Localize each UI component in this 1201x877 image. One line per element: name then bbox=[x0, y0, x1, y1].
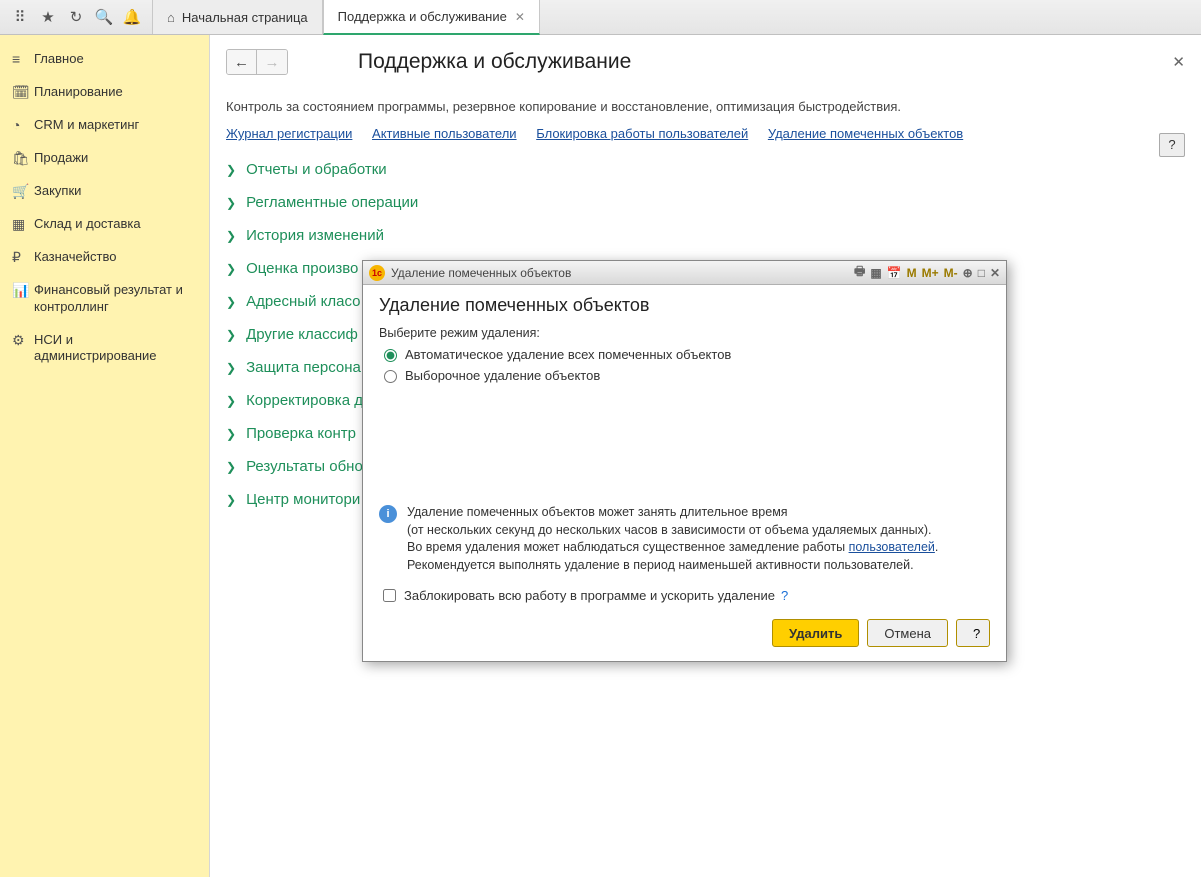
tab-home[interactable]: ⌂ Начальная страница bbox=[152, 0, 323, 34]
bag-icon: 🛍 bbox=[12, 150, 34, 167]
chevron-right-icon: ❯ bbox=[226, 295, 236, 309]
sidebar-item-finance[interactable]: 📊Финансовый результат и контроллинг bbox=[0, 274, 209, 324]
bell-icon[interactable]: 🔔 bbox=[118, 8, 146, 26]
search-icon[interactable]: 🔍 bbox=[90, 8, 118, 26]
chevron-right-icon: ❯ bbox=[226, 361, 236, 375]
chevron-right-icon: ❯ bbox=[226, 394, 236, 408]
chevron-right-icon: ❯ bbox=[226, 460, 236, 474]
users-link[interactable]: пользователей bbox=[849, 540, 935, 554]
home-icon: ⌂ bbox=[167, 10, 175, 25]
section-history[interactable]: ❯История изменений bbox=[226, 219, 1185, 252]
zoom-icon[interactable]: ⊕ bbox=[963, 266, 973, 280]
sidebar-item-main[interactable]: ≡Главное bbox=[0, 43, 209, 76]
info-icon: i bbox=[379, 505, 397, 523]
section-reports[interactable]: ❯Отчеты и обработки bbox=[226, 153, 1185, 186]
nav-buttons: ← → bbox=[226, 49, 288, 75]
chevron-right-icon: ❯ bbox=[226, 262, 236, 276]
table-icon[interactable]: ▦ bbox=[870, 266, 881, 280]
block-checkbox-row[interactable]: Заблокировать всю работу в программе и у… bbox=[379, 586, 990, 605]
calendar-icon: 🗓 bbox=[12, 84, 34, 101]
sidebar-item-treasury[interactable]: ₽Казначейство bbox=[0, 241, 209, 274]
star-icon[interactable]: ★ bbox=[34, 8, 62, 26]
sidebar-item-admin[interactable]: ⚙НСИ и администрирование bbox=[0, 324, 209, 374]
dialog-window-title: Удаление помеченных объектов bbox=[391, 266, 571, 280]
print-icon[interactable]: 🖶 bbox=[854, 262, 865, 283]
chevron-right-icon: ❯ bbox=[226, 328, 236, 342]
grid-icon: ▦ bbox=[12, 216, 34, 233]
chevron-right-icon: ❯ bbox=[226, 196, 236, 210]
radio-auto-delete[interactable]: Автоматическое удаление всех помеченных … bbox=[379, 346, 990, 362]
chevron-right-icon: ❯ bbox=[226, 163, 236, 177]
nav-forward-button[interactable]: → bbox=[257, 50, 287, 74]
maximize-icon[interactable]: □ bbox=[978, 266, 985, 280]
sidebar-item-sales[interactable]: 🛍Продажи bbox=[0, 142, 209, 175]
mode-label: Выберите режим удаления: bbox=[379, 326, 990, 340]
sidebar: ≡Главное 🗓Планирование ◔CRM и маркетинг … bbox=[0, 35, 210, 877]
section-scheduled[interactable]: ❯Регламентные операции bbox=[226, 186, 1185, 219]
pie-icon: ◔ bbox=[12, 117, 34, 133]
chart-icon: 📊 bbox=[12, 282, 34, 299]
radio-auto-input[interactable] bbox=[384, 349, 397, 362]
gear-icon: ⚙ bbox=[12, 332, 34, 349]
page-close-icon[interactable]: ✕ bbox=[1172, 53, 1185, 71]
dialog-help-button[interactable]: ? bbox=[956, 619, 990, 647]
tab-close-icon[interactable]: ✕ bbox=[515, 10, 525, 24]
dialog-titlebar[interactable]: 1c Удаление помеченных объектов 🖶 ▦ 📅 M … bbox=[363, 261, 1006, 285]
link-active-users[interactable]: Активные пользователи bbox=[372, 126, 517, 141]
link-delete-marked[interactable]: Удаление помеченных объектов bbox=[768, 126, 963, 141]
radio-selective-delete[interactable]: Выборочное удаление объектов bbox=[379, 367, 990, 383]
help-button[interactable]: ? bbox=[1159, 133, 1185, 157]
sidebar-item-purchases[interactable]: 🛒Закупки bbox=[0, 175, 209, 208]
calendar-icon[interactable]: 📅 bbox=[887, 266, 902, 280]
menu-icon: ≡ bbox=[12, 51, 34, 67]
quick-links: Журнал регистрации Активные пользователи… bbox=[210, 122, 1201, 145]
delete-button[interactable]: Удалить bbox=[772, 619, 859, 647]
tab-home-label: Начальная страница bbox=[182, 10, 308, 25]
delete-marked-dialog: 1c Удаление помеченных объектов 🖶 ▦ 📅 M … bbox=[362, 260, 1007, 662]
info-text: Удаление помеченных объектов может занят… bbox=[407, 504, 938, 574]
history-icon[interactable]: ↻ bbox=[62, 8, 90, 26]
sidebar-item-warehouse[interactable]: ▦Склад и доставка bbox=[0, 208, 209, 241]
page-title: Поддержка и обслуживание bbox=[358, 50, 631, 74]
app-logo-icon: 1c bbox=[369, 265, 385, 281]
page-description: Контроль за состоянием программы, резерв… bbox=[210, 81, 1201, 122]
cancel-button[interactable]: Отмена bbox=[867, 619, 948, 647]
calc-mplus-button[interactable]: M+ bbox=[922, 266, 939, 280]
sidebar-item-crm[interactable]: ◔CRM и маркетинг bbox=[0, 109, 209, 142]
tab-support[interactable]: Поддержка и обслуживание ✕ bbox=[323, 0, 540, 35]
sidebar-item-planning[interactable]: 🗓Планирование bbox=[0, 76, 209, 109]
nav-back-button[interactable]: ← bbox=[227, 50, 257, 74]
calc-mminus-button[interactable]: M- bbox=[944, 266, 958, 280]
block-help-icon[interactable]: ? bbox=[781, 588, 788, 603]
dialog-heading: Удаление помеченных объектов bbox=[379, 295, 990, 316]
apps-icon[interactable]: ⠿ bbox=[6, 8, 34, 26]
dialog-close-icon[interactable]: ✕ bbox=[990, 266, 1000, 280]
link-log[interactable]: Журнал регистрации bbox=[226, 126, 352, 141]
tab-support-label: Поддержка и обслуживание bbox=[338, 9, 507, 24]
radio-selective-input[interactable] bbox=[384, 370, 397, 383]
link-block-users[interactable]: Блокировка работы пользователей bbox=[536, 126, 748, 141]
chevron-right-icon: ❯ bbox=[226, 229, 236, 243]
calc-m-button[interactable]: M bbox=[907, 266, 917, 280]
ruble-icon: ₽ bbox=[12, 249, 34, 266]
chevron-right-icon: ❯ bbox=[226, 427, 236, 441]
block-checkbox[interactable] bbox=[383, 589, 396, 602]
chevron-right-icon: ❯ bbox=[226, 493, 236, 507]
cart-icon: 🛒 bbox=[12, 183, 34, 200]
